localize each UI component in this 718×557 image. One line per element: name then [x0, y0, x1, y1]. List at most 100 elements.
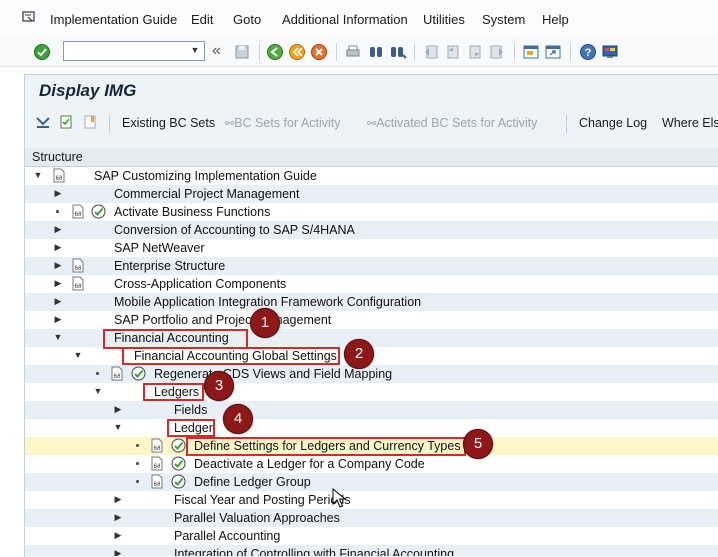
- activated-bc-sets-button[interactable]: ⚯Activated BC Sets for Activity: [367, 116, 537, 130]
- enter-check-icon[interactable]: [33, 43, 51, 61]
- caret-right-icon[interactable]: ▶: [53, 277, 63, 289]
- next-page-icon[interactable]: [466, 43, 484, 61]
- tree-node[interactable]: ▶ Parallel Valuation Approaches: [25, 509, 718, 527]
- caret-right-icon[interactable]: ▶: [53, 223, 63, 235]
- tree-node[interactable]: ▼ 6ð SAP Customizing Implementation Guid…: [25, 167, 718, 185]
- tree-node[interactable]: ▶ Fiscal Year and Posting Periods: [25, 491, 718, 509]
- tree-node[interactable]: ▶ Parallel Accounting: [25, 527, 718, 545]
- caret-right-icon[interactable]: ▶: [53, 187, 63, 199]
- tree-node[interactable]: ▶ 6ð Cross-Application Components: [25, 275, 718, 293]
- tree-node[interactable]: ▶ Commercial Project Management: [25, 185, 718, 203]
- caret-right-icon[interactable]: ▶: [113, 529, 123, 541]
- expand-subtree-icon[interactable]: [35, 114, 51, 130]
- tree-node[interactable]: 6ð Define Ledger Group: [25, 473, 718, 491]
- existing-bc-sets-button[interactable]: Existing BC Sets: [122, 116, 215, 130]
- mouse-cursor-icon: [332, 488, 346, 508]
- menu-system[interactable]: System: [482, 12, 525, 27]
- leaf-bullet: [136, 444, 139, 447]
- annotation-badge: 5: [463, 429, 493, 459]
- caret-right-icon[interactable]: ▶: [113, 511, 123, 523]
- command-field[interactable]: ▼: [63, 41, 205, 61]
- tree-node[interactable]: ▼ Ledgers: [25, 383, 718, 401]
- command-input[interactable]: [64, 42, 188, 58]
- documentation-icon[interactable]: 6ð: [71, 204, 85, 219]
- execute-activity-icon[interactable]: [171, 456, 186, 471]
- caret-right-icon[interactable]: ▶: [53, 259, 63, 271]
- documentation-icon[interactable]: 6ð: [150, 456, 164, 471]
- where-else-button[interactable]: Where Els: [662, 116, 718, 130]
- tree-node[interactable]: ▶ Fields: [25, 401, 718, 419]
- back-icon[interactable]: [266, 43, 284, 61]
- tree-node[interactable]: ▶ Integration of Controlling with Financ…: [25, 545, 718, 556]
- change-log-button[interactable]: Change Log: [579, 116, 647, 130]
- execute-activity-icon[interactable]: [131, 366, 146, 381]
- documentation-icon[interactable]: 6ð: [71, 276, 85, 291]
- documentation-icon[interactable]: 6ð: [52, 168, 66, 183]
- annotation-highlight: [186, 437, 466, 456]
- caret-down-icon[interactable]: ▼: [33, 169, 43, 181]
- tree-node[interactable]: ▶ Conversion of Accounting to SAP S/4HAN…: [25, 221, 718, 239]
- help-icon[interactable]: ?: [579, 43, 597, 61]
- save-icon[interactable]: [233, 43, 251, 61]
- menu-help[interactable]: Help: [542, 12, 569, 27]
- bc-sets-for-activity-button[interactable]: ⚯BC Sets for Activity: [225, 116, 341, 130]
- bookmark-icon[interactable]: [82, 114, 98, 130]
- execute-activity-icon[interactable]: [171, 474, 186, 489]
- print-icon[interactable]: [344, 43, 362, 61]
- find-next-icon[interactable]: [389, 43, 407, 61]
- annotation-badge: 4: [223, 404, 253, 434]
- system-menu-icon[interactable]: [22, 11, 36, 23]
- documentation-icon[interactable]: 6ð: [150, 438, 164, 453]
- tree-node[interactable]: ▶ SAP NetWeaver: [25, 239, 718, 257]
- menu-implementation-guide[interactable]: Implementation Guide: [50, 12, 177, 27]
- execute-activity-icon[interactable]: [171, 438, 186, 453]
- caret-right-icon[interactable]: ▶: [53, 241, 63, 253]
- documentation-icon[interactable]: 6ð: [110, 366, 124, 381]
- caret-right-icon[interactable]: ▶: [113, 547, 123, 556]
- caret-right-icon[interactable]: ▶: [113, 403, 123, 415]
- menu-additional-information[interactable]: Additional Information: [282, 12, 408, 27]
- annotation-badge: 1: [250, 308, 280, 338]
- caret-down-icon[interactable]: ▼: [73, 349, 83, 361]
- cancel-icon[interactable]: [310, 43, 328, 61]
- page-title: Display IMG: [39, 81, 137, 100]
- collapse-arrows-icon[interactable]: «: [212, 43, 230, 61]
- release-notes-icon[interactable]: [58, 114, 74, 130]
- execute-activity-icon[interactable]: [91, 204, 106, 219]
- svg-text:6ð: 6ð: [56, 175, 63, 182]
- tree-node[interactable]: ▶ Mobile Application Integration Framewo…: [25, 293, 718, 311]
- menu-utilities[interactable]: Utilities: [423, 12, 465, 27]
- new-session-icon[interactable]: [522, 43, 540, 61]
- exit-icon[interactable]: [288, 43, 306, 61]
- toolbar-separator: [414, 43, 415, 61]
- last-page-icon[interactable]: [488, 43, 506, 61]
- caret-right-icon[interactable]: ▶: [53, 295, 63, 307]
- menu-goto[interactable]: Goto: [233, 12, 261, 27]
- caret-right-icon[interactable]: ▶: [53, 313, 63, 325]
- documentation-icon[interactable]: 6ð: [150, 474, 164, 489]
- structure-header-label: Structure: [32, 150, 83, 164]
- caret-down-icon[interactable]: ▼: [53, 331, 63, 343]
- chevron-down-icon[interactable]: ▼: [189, 44, 201, 56]
- tree-node-label: Activate Business Functions: [114, 205, 271, 219]
- toolbar-separator: [514, 43, 515, 61]
- find-icon[interactable]: [367, 43, 385, 61]
- first-page-icon[interactable]: [422, 43, 440, 61]
- tree-node-label: Fiscal Year and Posting Periods: [174, 493, 351, 507]
- tree-node[interactable]: ▼ Ledger: [25, 419, 718, 437]
- tree-node[interactable]: 6ð Deactivate a Ledger for a Company Cod…: [25, 455, 718, 473]
- tree-node[interactable]: ▶ SAP Portfolio and Project Management: [25, 311, 718, 329]
- caret-right-icon[interactable]: ▶: [113, 493, 123, 505]
- caret-down-icon[interactable]: ▼: [93, 385, 103, 397]
- tree-node[interactable]: 6ð Regenerate CDS Views and Field Mappin…: [25, 365, 718, 383]
- layout-icon[interactable]: [601, 43, 619, 61]
- tree-node-label: SAP Customizing Implementation Guide: [94, 169, 317, 183]
- documentation-icon[interactable]: 6ð: [71, 258, 85, 273]
- previous-page-icon[interactable]: [444, 43, 462, 61]
- tree-node[interactable]: ▶ 6ð Enterprise Structure: [25, 257, 718, 275]
- shortcut-icon[interactable]: [544, 43, 562, 61]
- tree-node-label: Commercial Project Management: [114, 187, 300, 201]
- tree-node[interactable]: 6ð Activate Business Functions: [25, 203, 718, 221]
- caret-down-icon[interactable]: ▼: [113, 421, 123, 433]
- menu-edit[interactable]: Edit: [191, 12, 213, 27]
